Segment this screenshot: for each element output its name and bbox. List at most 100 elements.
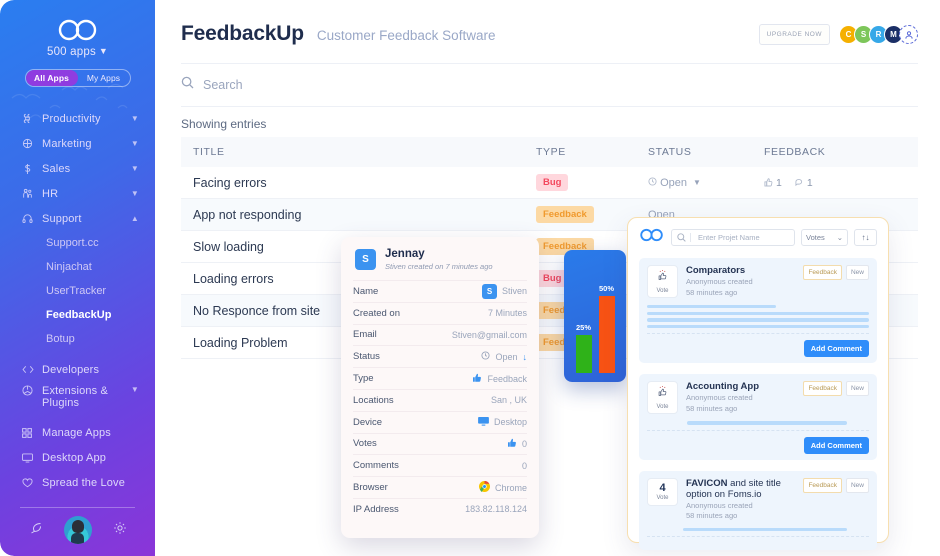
tag-new[interactable]: New [845,477,869,493]
placeholder-line [682,527,847,531]
add-comment-button[interactable]: Add Comment [803,436,869,454]
monitor-icon [478,416,489,428]
chevron-down-icon: ▼ [130,114,139,123]
clock-icon [481,351,491,362]
feedback-list-item[interactable]: Vote Accounting App Anonymous created 58… [639,374,877,460]
feedback-list-item[interactable]: 4 Vote FAVICON and site title option on … [639,470,877,550]
vote-button[interactable]: Vote [647,265,678,298]
bar-group-green: 25% [575,322,592,373]
sidebar-item-label: Support [42,212,82,225]
sidebar-item-usertracker[interactable]: UserTracker [0,279,155,303]
item-sub2: 58 minutes ago [686,287,738,297]
showing-entries-label: Showing entries [181,117,267,131]
tag-feedback[interactable]: Feedback [803,477,842,493]
row-status[interactable]: Open ▼ [648,177,764,189]
vote-button[interactable]: 4 Vote [647,477,678,506]
tag-feedback[interactable]: Feedback [803,265,842,280]
upgrade-now-button[interactable]: UPGRADE NOW [758,24,830,45]
add-comment-button[interactable]: Add Comment [803,340,869,358]
sidebar-item-label: Productivity [42,112,101,125]
project-search-input[interactable]: Enter Projet Name [671,229,795,246]
row-type: Bug [536,174,648,191]
item-sub2: 58 minutes ago [686,403,738,413]
sidebar-item-sales[interactable]: Sales ▼ [0,156,155,181]
detail-card-header: S Jennay Stiven created on 7 minutes ago [353,237,527,280]
detail-row-device: Device Desktop [353,410,527,433]
table-row[interactable]: Facing errors Bug Open ▼ 1 1 [181,167,918,199]
sidebar-item-support[interactable]: Support ▲ [0,206,155,231]
detail-name: Jennay [385,248,425,260]
detail-row-browser: Browser Chrome [353,476,527,498]
sidebar-item-label: Spread the Love [42,476,125,489]
sidebar-item-developers[interactable]: Developers [0,357,155,382]
page-title: FeedbackUp [181,22,304,45]
chevron-down-icon: ▼ [130,164,139,173]
sort-select-value: Votes [806,233,825,242]
tag-new[interactable]: New [845,381,869,397]
sort-select[interactable]: Votes ⌄ [801,229,848,246]
column-type: TYPE [536,146,566,158]
placeholder-line [647,324,869,329]
item-footer: Add Comment [647,333,869,358]
down-arrow-icon[interactable]: ↓ [523,352,528,362]
table-header-row: TITLE TYPE STATUS FEEDBACK [181,137,918,167]
user-avatar[interactable] [63,516,92,544]
feather-icon[interactable] [29,521,43,540]
heart-icon [22,477,42,488]
monitor-icon [22,453,42,463]
sidebar-nav: Productivity ▼ Marketing ▼ Sales ▼ HR ▼ … [0,106,155,416]
detail-row-status[interactable]: Status Open ↓ [353,345,527,367]
search-bar[interactable]: Search [155,64,940,106]
sidebar-item-extensions-plugins[interactable]: Extensions & Plugins ▼ [0,382,155,416]
add-user-icon[interactable] [899,25,918,44]
vote-button[interactable]: Vote [647,381,678,415]
likes-count-group: 1 [764,177,782,189]
apps-count-dropdown[interactable]: 500 apps ▼ [0,46,155,58]
detail-label: Created on [353,307,401,319]
detail-row-type: Type Feedback [353,367,527,389]
bar-orange [598,296,615,373]
detail-label: Locations [353,394,394,406]
detail-value: 7 Minutes [487,308,527,319]
sidebar-item-label: Desktop App [42,451,107,464]
vote-label: Vote [656,404,669,411]
sidebar-item-feedbackup[interactable]: FeedbackUp [0,303,155,327]
detail-row-ip-address: IP Address 183.82.118.124 [353,497,527,520]
detail-value: 0 [521,460,527,471]
sidebar-item-desktop-app[interactable]: Desktop App [0,445,155,470]
search-input[interactable]: Search [203,78,243,92]
avatar-stack: C S R M [839,25,918,44]
thumbs-up-icon [507,438,517,450]
detail-value: Stiven@gmail.com [451,329,527,340]
item-body-placeholder [647,421,869,425]
feedback-list-item[interactable]: Vote Comparators Anonymous created 58 mi… [639,258,877,364]
thumbs-up-click-icon [657,385,669,403]
item-body-placeholder [647,527,869,531]
detail-meta: Stiven created on 7 minutes ago [385,262,493,271]
sidebar-item-supportcc[interactable]: Support.cc [0,231,155,255]
item-header: 4 Vote FAVICON and site title option on … [647,477,869,521]
tab-my-apps[interactable]: My Apps [78,70,130,86]
likes-count: 1 [776,176,782,189]
bar-label-green: 25% [575,322,591,332]
status-label: Open [660,176,687,189]
tag-feedback[interactable]: Feedback [803,381,842,397]
placeholder-line [647,311,869,315]
gear-icon[interactable] [113,521,127,540]
detail-label: Email [353,329,377,341]
tag-new[interactable]: New [845,265,869,280]
item-title-strong: FAVICON [686,477,728,489]
tab-all-apps[interactable]: All Apps [25,70,78,86]
sidebar-item-manage-apps[interactable]: Manage Apps [0,420,155,445]
sidebar-item-hr[interactable]: HR ▼ [0,181,155,206]
vote-label: Vote [656,495,669,502]
apps-tab-group[interactable]: All Apps My Apps [24,69,131,87]
detail-value: San , UK [490,395,527,406]
sort-updown-icon[interactable]: ↑↓ [854,229,877,246]
sidebar-item-ninjachat[interactable]: Ninjachat [0,255,155,279]
sidebar-item-spread-the-love[interactable]: Spread the Love [0,470,155,495]
sidebar-item-marketing[interactable]: Marketing ▼ [0,131,155,156]
sidebar-item-productivity[interactable]: Productivity ▼ [0,106,155,131]
sidebar-item-botup[interactable]: Botup [0,327,155,351]
infinity-logo-icon [639,228,665,247]
